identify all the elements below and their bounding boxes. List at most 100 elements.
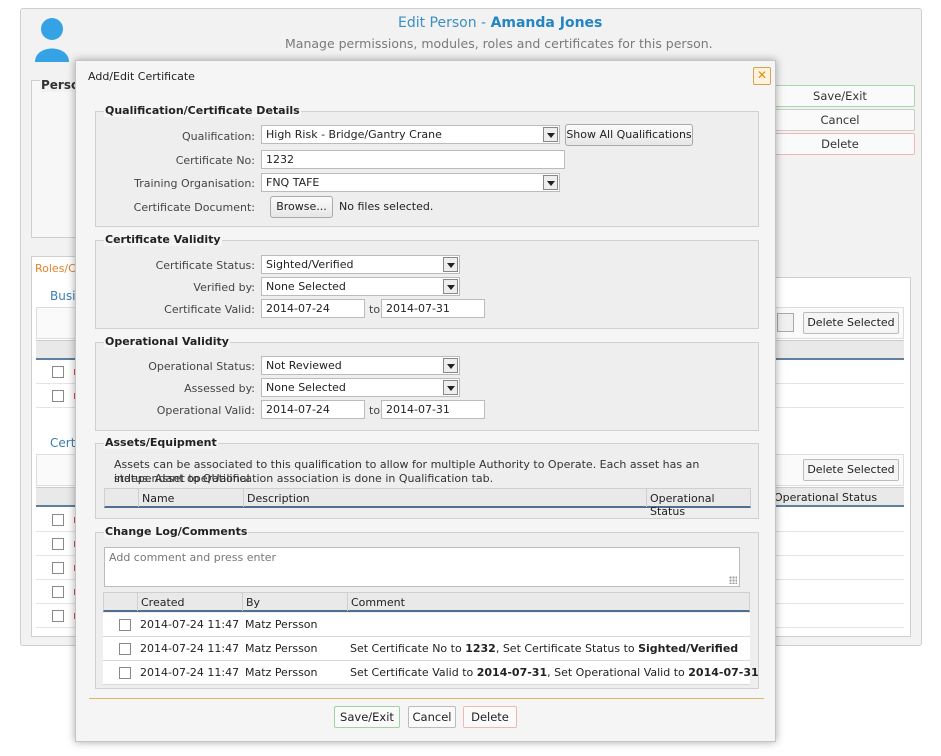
browse-button[interactable]: Browse... [270, 196, 333, 218]
tab-roles-certificates[interactable]: Roles/Certificates [31, 256, 81, 278]
operational-validity-legend: Operational Validity [104, 335, 230, 348]
operational-validity-fieldset: Operational Validity Operational Status:… [95, 335, 759, 431]
column-separator [137, 593, 138, 611]
close-icon[interactable]: ✕ [753, 67, 771, 85]
comment-part: Set Certificate No to [350, 642, 466, 655]
training-organisation-select[interactable]: FNQ TAFE [261, 173, 560, 192]
row-created: 2014-07-24 11:47 [140, 618, 240, 631]
footer-divider [89, 698, 764, 699]
qualification-details-fieldset: Qualification/Certificate Details Qualif… [95, 104, 759, 227]
assets-column-operational-status[interactable]: Operational Status [650, 492, 750, 518]
table-row[interactable]: 2014-07-24 11:47 Matz Persson Set Certif… [103, 637, 750, 661]
column-created[interactable]: Created [141, 596, 185, 609]
page-subtitle: Manage permissions, modules, roles and c… [285, 36, 713, 51]
chevron-down-icon [443, 380, 458, 395]
certificate-no-input[interactable]: 1232 [261, 150, 565, 169]
row-by: Matz Persson [245, 618, 318, 631]
assets-column-description[interactable]: Description [247, 492, 310, 505]
person-avatar-icon [35, 18, 69, 62]
assessed-by-label: Assessed by: [184, 382, 255, 395]
row-checkbox[interactable] [52, 562, 64, 574]
row-by: Matz Persson [245, 642, 318, 655]
chevron-down-icon [443, 358, 458, 373]
certificates-delete-selected-button[interactable]: Delete Selected [803, 459, 899, 481]
change-log-fieldset: Change Log/Comments Add comment and pres… [95, 525, 759, 689]
certificate-status-value: Sighted/Verified [266, 258, 354, 271]
dialog-delete-button[interactable]: Delete [463, 706, 517, 728]
table-row[interactable]: 2014-07-24 11:47 Matz Persson [103, 613, 750, 637]
assets-equipment-legend: Assets/Equipment [104, 436, 218, 449]
comment-part: Set Certificate Valid to [350, 666, 477, 679]
add-edit-certificate-dialog: Add/Edit Certificate ✕ Qualification/Cer… [75, 60, 776, 742]
business-delete-selected-button[interactable]: Delete Selected [803, 312, 899, 334]
column-separator [646, 489, 647, 507]
operational-valid-from-input[interactable]: 2014-07-24 [261, 400, 365, 419]
row-checkbox[interactable] [52, 514, 64, 526]
change-log-legend: Change Log/Comments [104, 525, 249, 538]
chevron-down-icon [443, 279, 458, 294]
business-select-arrow[interactable] [777, 313, 794, 332]
verified-by-label: Verified by: [193, 281, 255, 294]
chevron-down-icon [543, 175, 558, 190]
verified-by-select[interactable]: None Selected [261, 277, 460, 296]
row-comment: Set Certificate Valid to 2014-07-31, Set… [350, 666, 759, 679]
page-delete-button[interactable]: Delete [765, 133, 915, 155]
column-comment[interactable]: Comment [351, 596, 405, 609]
assets-note-line2: status. Asset to QUalification associati… [114, 472, 494, 485]
row-checkbox[interactable] [119, 619, 131, 631]
assets-column-name[interactable]: Name [142, 492, 174, 505]
dialog-save-exit-button[interactable]: Save/Exit [334, 706, 400, 728]
page-cancel-button[interactable]: Cancel [765, 109, 915, 131]
row-by: Matz Persson [245, 666, 318, 679]
comment-value: 2014-07-31 [476, 666, 548, 679]
certificate-valid-label: Certificate Valid: [164, 303, 255, 316]
certificate-valid-to-input[interactable]: 2014-07-31 [381, 299, 485, 318]
show-all-qualifications-button[interactable]: Show All Qualifications [565, 124, 693, 146]
row-comment: Set Certificate No to 1232, Set Certific… [350, 642, 738, 655]
row-checkbox[interactable] [119, 643, 131, 655]
resize-handle-icon[interactable] [729, 576, 737, 584]
comment-part: , Set Certificate Status to [495, 642, 639, 655]
operational-status-value: Not Reviewed [266, 359, 342, 372]
row-checkbox[interactable] [52, 538, 64, 550]
column-separator [242, 593, 243, 611]
assessed-by-select[interactable]: None Selected [261, 378, 460, 397]
operational-status-column-header: Operational Status [774, 491, 878, 504]
dialog-title: Add/Edit Certificate [88, 70, 195, 83]
certificate-status-select[interactable]: Sighted/Verified [261, 255, 460, 274]
dialog-cancel-button[interactable]: Cancel [408, 706, 456, 728]
page-save-exit-button[interactable]: Save/Exit [765, 85, 915, 107]
certificate-validity-fieldset: Certificate Validity Certificate Status:… [95, 233, 759, 329]
comment-placeholder: Add comment and press enter [109, 551, 277, 564]
certificate-no-label: Certificate No: [175, 154, 255, 167]
change-log-grid-header: Created By Comment [103, 592, 750, 612]
row-checkbox[interactable] [119, 667, 131, 679]
row-created: 2014-07-24 11:47 [140, 666, 240, 679]
comment-value: Sighted/Verified [638, 642, 739, 655]
operational-status-label: Operational Status: [148, 360, 255, 373]
operational-valid-to-input[interactable]: 2014-07-31 [381, 400, 485, 419]
comment-value: 1232 [465, 642, 496, 655]
qualification-details-legend: Qualification/Certificate Details [104, 104, 301, 117]
page-title: Edit Person - Amanda Jones [398, 15, 602, 31]
row-created: 2014-07-24 11:47 [140, 642, 240, 655]
comment-input[interactable]: Add comment and press enter [104, 547, 740, 587]
column-by[interactable]: By [246, 596, 260, 609]
row-checkbox[interactable] [52, 610, 64, 622]
certificate-valid-from-input[interactable]: 2014-07-24 [261, 299, 365, 318]
operational-status-select[interactable]: Not Reviewed [261, 356, 460, 375]
row-checkbox[interactable] [52, 366, 64, 378]
chevron-down-icon [543, 127, 558, 142]
chevron-down-icon [443, 257, 458, 272]
row-checkbox[interactable] [52, 586, 64, 598]
row-checkbox[interactable] [52, 390, 64, 402]
certificate-document-label: Certificate Document: [133, 201, 255, 214]
column-separator [243, 489, 244, 507]
table-row[interactable]: 2014-07-24 11:47 Matz Persson Set Certif… [103, 661, 759, 685]
qualification-label: Qualification: [182, 130, 255, 143]
comment-part: , Set Operational Valid to [547, 666, 689, 679]
training-organisation-label: Training Organisation: [134, 177, 255, 190]
qualification-select[interactable]: High Risk - Bridge/Gantry Crane [261, 125, 560, 144]
assets-equipment-fieldset: Assets/Equipment Assets can be associate… [95, 436, 759, 519]
certificate-status-label: Certificate Status: [155, 259, 255, 272]
